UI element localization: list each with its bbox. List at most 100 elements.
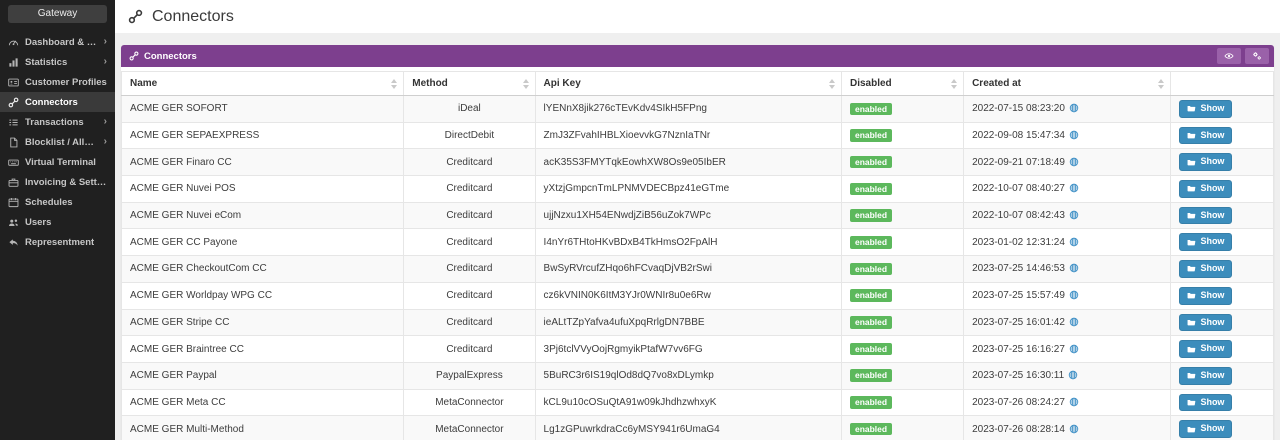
column-header-disabled[interactable]: Disabled — [840, 71, 965, 96]
cell-actions: Show — [1170, 95, 1274, 123]
toggle-visibility-button[interactable] — [1217, 48, 1241, 64]
sidebar-item-label: Customer Profiles — [25, 76, 107, 88]
status-badge: enabled — [849, 155, 893, 169]
cell-api-key: ujjNzxu1XH54ENwdjZiB56uZok7WPc — [534, 201, 842, 230]
created-at-value: 2022-07-15 08:23:20 — [972, 103, 1065, 115]
folder-open-icon — [1187, 291, 1196, 300]
cell-actions: Show — [1170, 201, 1274, 230]
column-header-method[interactable]: Method — [403, 71, 536, 96]
show-button[interactable]: Show — [1179, 340, 1233, 358]
sidebar-item-representment[interactable]: Representment — [0, 232, 115, 252]
column-header-created-at[interactable]: Created at — [963, 71, 1172, 96]
globe-icon — [1069, 317, 1079, 327]
sidebar-item-label: Invoicing & Settlement — [25, 176, 107, 188]
cell-method: Creditcard — [403, 335, 536, 363]
status-badge: enabled — [849, 316, 893, 329]
globe-icon — [1069, 290, 1079, 300]
cell-name: ACME GER Stripe CC — [120, 308, 405, 337]
sort-icon — [951, 78, 958, 89]
sidebar-item-virtual-terminal[interactable]: Virtual Terminal — [0, 152, 115, 172]
cell-created-at: 2022-10-07 08:40:27 — [963, 175, 1172, 203]
table-row: ACME GER Nuvei eCom Creditcard ujjNzxu1XH5… — [120, 201, 1274, 230]
cell-method: MetaConnector — [403, 415, 536, 440]
virtual-terminal-icon — [8, 157, 19, 168]
show-button[interactable]: Show — [1179, 286, 1233, 305]
sidebar-item-dashboard-summary[interactable]: Dashboard & Summary › — [0, 32, 115, 52]
sidebar: Gateway Dashboard & Summary › Statistics › C… — [0, 0, 115, 440]
sidebar-item-customer-profiles[interactable]: Customer Profiles — [0, 72, 115, 92]
cell-created-at: 2023-01-02 12:31:24 — [963, 228, 1172, 257]
cell-name: ACME GER Paypal — [120, 361, 405, 390]
globe-icon — [1068, 370, 1078, 380]
cell-name: ACME GER SEPAEXPRESS — [120, 121, 405, 150]
sidebar-item-label: Connectors — [25, 96, 78, 108]
column-header-name[interactable]: Name — [120, 71, 405, 96]
cell-created-at: 2023-07-26 08:28:14 — [963, 415, 1172, 440]
cell-api-key: 3Pj6tclVVyOojRgmyikPtafW7vv6FG — [534, 335, 842, 363]
created-at-value: 2023-07-25 14:46:53 — [972, 263, 1065, 275]
cell-api-key: ieALtTZpYafva4ufuXpqRrlgDN7BBE — [534, 308, 842, 337]
show-button[interactable]: Show — [1179, 260, 1233, 278]
cell-api-key: Lg1zGPuwrkdraCc6yMSY941r6UmaG4 — [534, 415, 842, 440]
folder-open-icon — [1187, 211, 1196, 220]
cell-api-key: cz6kVNIN0K6ItM3YJr0WNIr8u0e6Rw — [534, 281, 842, 310]
cell-method: Creditcard — [403, 201, 536, 230]
users-icon — [8, 217, 19, 228]
show-button[interactable]: Show — [1179, 313, 1233, 332]
table-row: ACME GER Braintree CC Creditcard 3Pj6tclVV… — [120, 335, 1274, 363]
show-button[interactable]: Show — [1179, 100, 1233, 118]
column-header-api-key[interactable]: Api Key — [534, 71, 842, 96]
show-button[interactable]: Show — [1179, 180, 1233, 198]
cell-method: MetaConnector — [403, 388, 536, 417]
table-row: ACME GER Stripe CC Creditcard ieALtTZpYafv… — [120, 308, 1274, 337]
sidebar-item-connectors[interactable]: Connectors — [0, 92, 115, 112]
cell-disabled: enabled — [840, 175, 965, 203]
cell-api-key: ZmJ3ZFvahIHBLXioevvkG7NznIaTNr — [534, 121, 842, 150]
folder-open-icon — [1187, 264, 1196, 273]
show-button[interactable]: Show — [1179, 420, 1233, 438]
show-button[interactable]: Show — [1179, 393, 1233, 412]
cell-actions: Show — [1170, 388, 1274, 417]
cogs-icon — [1252, 51, 1262, 61]
cell-method: Creditcard — [403, 228, 536, 257]
status-badge: enabled — [849, 236, 893, 249]
folder-open-icon — [1187, 238, 1196, 247]
cell-api-key: 5BuRC3r6IS19qlOd8dQ7vo8xDLymkp — [534, 361, 842, 390]
sidebar-item-users[interactable]: Users — [0, 212, 115, 232]
content-header: Connectors — [115, 0, 1280, 33]
cell-disabled: enabled — [840, 308, 965, 337]
sidebar-item-invoicing-settlement[interactable]: Invoicing & Settlement — [0, 172, 115, 192]
sidebar-item-transactions[interactable]: Transactions › — [0, 112, 115, 132]
gateway-button[interactable]: Gateway — [8, 5, 107, 23]
table-row: ACME GER Multi-Method MetaConnector Lg1zGP… — [120, 415, 1274, 440]
created-at-value: 2023-07-26 08:24:27 — [972, 396, 1065, 408]
panel-heading: Connectors — [121, 45, 1274, 67]
show-button[interactable]: Show — [1179, 206, 1233, 225]
sidebar-item-blocklist-allowlist[interactable]: Blocklist / Allowlist › — [0, 132, 115, 152]
cell-name: ACME GER Meta CC — [120, 388, 405, 417]
cell-method: Creditcard — [403, 175, 536, 203]
cell-created-at: 2022-09-08 15:47:34 — [963, 121, 1172, 150]
table-row: ACME GER CheckoutCom CC Creditcard BwSyRVr… — [120, 255, 1274, 283]
created-at-value: 2022-10-07 08:40:27 — [972, 183, 1065, 195]
show-button[interactable]: Show — [1179, 153, 1233, 172]
cell-actions: Show — [1170, 228, 1274, 257]
show-button[interactable]: Show — [1179, 126, 1233, 145]
show-button[interactable]: Show — [1179, 233, 1233, 252]
folder-open-icon — [1187, 184, 1196, 193]
show-button[interactable]: Show — [1179, 366, 1233, 385]
sidebar-item-label: Schedules — [25, 196, 73, 208]
status-badge: enabled — [849, 342, 893, 356]
sidebar-item-schedules[interactable]: Schedules — [0, 192, 115, 212]
chevron-right-icon: › — [103, 36, 107, 47]
globe-icon — [1069, 210, 1079, 220]
cell-method: Creditcard — [403, 308, 536, 337]
sidebar-item-statistics[interactable]: Statistics › — [0, 52, 115, 72]
settings-button[interactable] — [1245, 48, 1269, 64]
created-at-value: 2022-10-07 08:42:43 — [972, 210, 1065, 222]
column-label: Disabled — [849, 78, 892, 89]
folder-open-icon — [1187, 371, 1196, 380]
status-badge: enabled — [849, 369, 893, 382]
column-label: Api Key — [543, 78, 581, 89]
chevron-right-icon: › — [103, 56, 107, 67]
